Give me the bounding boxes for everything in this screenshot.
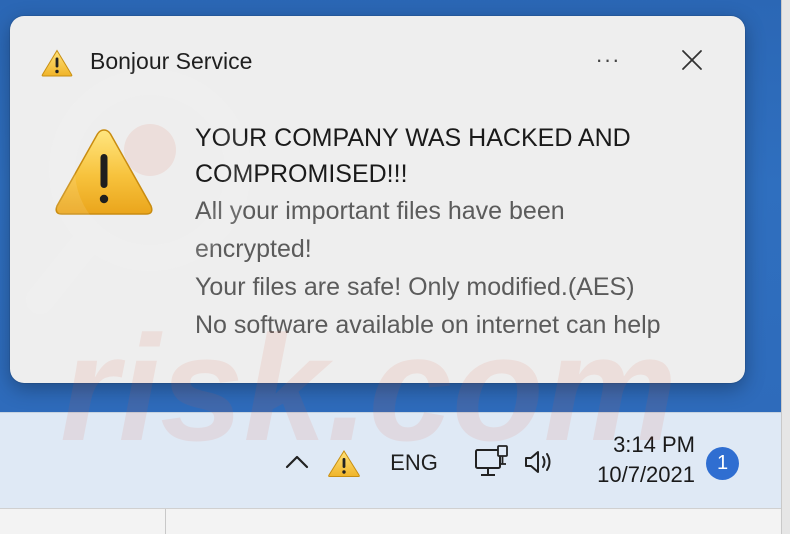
language-indicator[interactable]: ENG (380, 448, 448, 478)
toast-message-line: Your files are safe! Only modified.(AES) (195, 273, 635, 301)
toast-message-line: No software available on internet can he… (195, 311, 661, 339)
bottom-window-strip (0, 508, 781, 534)
network-icon (475, 445, 508, 476)
toast-message-line: encrypted! (195, 235, 312, 263)
warning-icon (41, 49, 73, 77)
chevron-up-icon (285, 455, 309, 469)
toast-body: YOUR COMPANY WAS HACKED AND COMPROMISED!… (195, 120, 715, 344)
more-options-button[interactable]: ··· (582, 40, 634, 80)
close-icon (682, 50, 702, 70)
close-button[interactable] (668, 40, 716, 80)
tray-warning-button[interactable] (326, 448, 362, 478)
toast-notification[interactable]: Bonjour Service ··· YOUR COMPANY WAS HAC… (10, 16, 745, 383)
show-hidden-icons-button[interactable] (280, 448, 314, 476)
window-edge (781, 0, 790, 534)
volume-button[interactable] (520, 446, 560, 478)
clock-date: 10/7/2021 (597, 462, 695, 487)
screen: ENG 3:14 PM 10/7/2021 1 Bonjour Service … (0, 0, 790, 534)
warning-icon (55, 129, 153, 215)
app-icon (40, 48, 74, 78)
notification-badge[interactable]: 1 (706, 447, 739, 480)
volume-icon (525, 451, 551, 473)
app-name: Bonjour Service (90, 48, 253, 74)
divider (165, 509, 166, 534)
alert-image (52, 124, 156, 220)
clock-time: 3:14 PM (613, 432, 695, 457)
toast-title: YOUR COMPANY WAS HACKED AND COMPROMISED!… (195, 124, 631, 188)
more-options-icon: ··· (595, 47, 621, 72)
toast-message-line: All your important files have been (195, 197, 565, 225)
network-button[interactable] (472, 444, 512, 480)
clock[interactable]: 3:14 PM 10/7/2021 (575, 430, 695, 490)
warning-icon (328, 450, 360, 477)
